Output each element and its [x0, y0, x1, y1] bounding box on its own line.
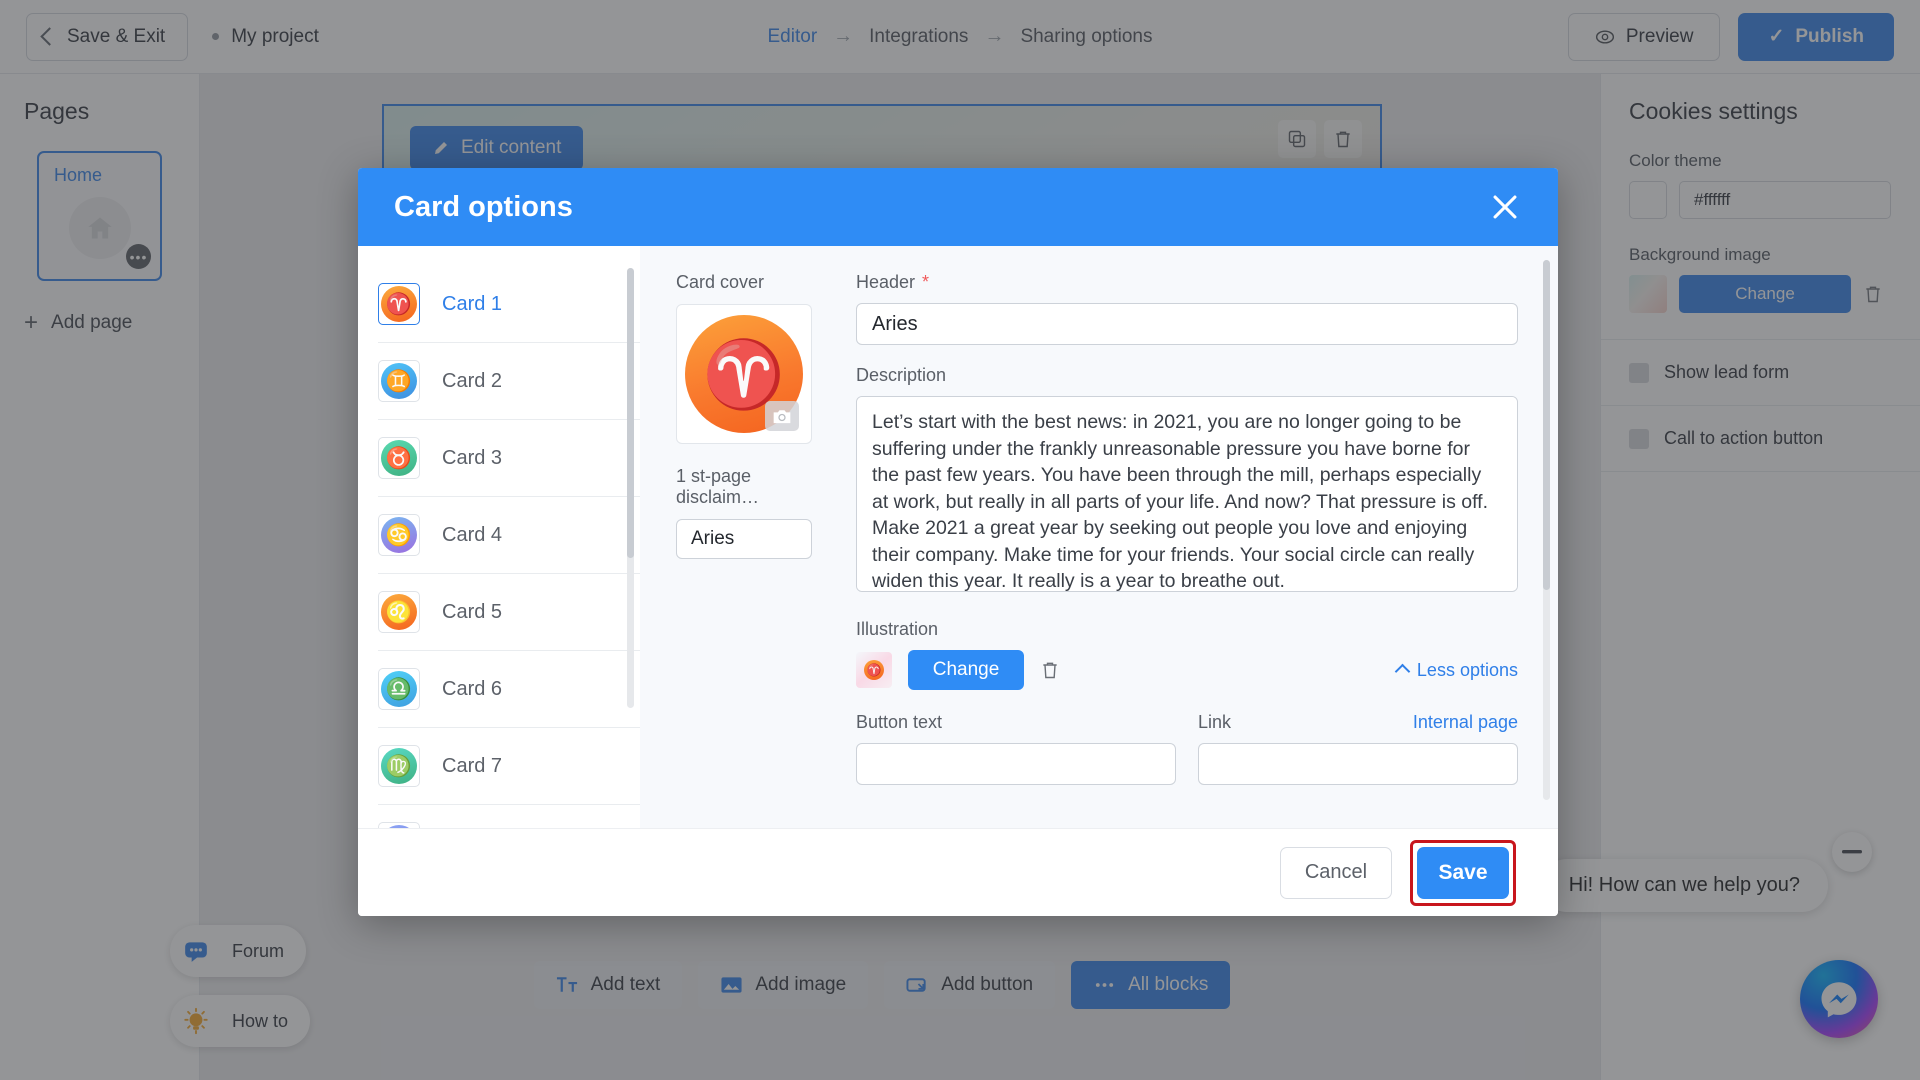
- button-text-input[interactable]: [856, 743, 1176, 785]
- description-field-label: Description: [856, 365, 947, 385]
- card-icon-box-3: ♉: [378, 437, 420, 479]
- modal-header: Card options: [358, 168, 1558, 246]
- link-input[interactable]: [1198, 743, 1518, 785]
- card-icon-box-6: ♎: [378, 668, 420, 710]
- illustration-thumbnail[interactable]: ♈: [856, 652, 892, 688]
- modal-footer: Cancel Save: [358, 828, 1558, 916]
- card-icon-box-2: ♊: [378, 360, 420, 402]
- card-icon-box-1: ♈: [378, 283, 420, 325]
- zodiac-virgo-icon: ♍: [381, 748, 417, 784]
- link-head: Link Internal page: [1198, 712, 1518, 733]
- link-field: Link Internal page: [1198, 712, 1518, 785]
- camera-icon-wrapper[interactable]: [765, 401, 799, 431]
- link-label: Link: [1198, 712, 1232, 732]
- card-form: Card cover ♈ 1 st-page disclaim… Header: [640, 246, 1558, 828]
- description-textarea[interactable]: Let’s start with the best news: in 2021,…: [856, 396, 1518, 592]
- camera-icon: [773, 409, 791, 423]
- less-options-toggle[interactable]: Less options: [1394, 659, 1518, 681]
- zodiac-gemini-icon: ♊: [381, 363, 417, 399]
- card-list-scrollbar[interactable]: [627, 268, 634, 708]
- card-form-right-column: Header * Description Let’s start with th…: [856, 272, 1518, 808]
- save-button-highlight: Save: [1410, 839, 1516, 906]
- button-text-head: Button text: [856, 712, 1176, 733]
- zodiac-aries-icon: ♈: [381, 286, 417, 322]
- form-scrollbar[interactable]: [1543, 260, 1550, 800]
- close-icon[interactable]: [1488, 190, 1522, 224]
- required-asterisk-icon: *: [922, 272, 930, 292]
- chevron-up-icon: [1394, 663, 1411, 680]
- card-list-item-label-2: Card 2: [442, 369, 503, 392]
- card-list-item-3[interactable]: ♉ Card 3: [378, 420, 640, 497]
- header-field-label: Header *: [856, 272, 1518, 293]
- change-illustration-button[interactable]: Change: [908, 650, 1024, 690]
- card-cover-label: Card cover: [676, 272, 765, 292]
- internal-page-link[interactable]: Internal page: [1413, 712, 1518, 733]
- illustration-aries-badge-icon: ♈: [864, 660, 884, 680]
- card-list-item-4[interactable]: ♋ Card 4: [378, 497, 640, 574]
- card-list-item-1[interactable]: ♈ Card 1: [378, 266, 640, 343]
- card-list-item-2[interactable]: ♊ Card 2: [378, 343, 640, 420]
- modal-title: Card options: [394, 190, 573, 223]
- button-text-label: Button text: [856, 712, 943, 732]
- header-label-text: Header: [856, 272, 916, 292]
- modal-body: ♈ Card 1 ♊ Card 2 ♉ Card 3 ♋ Card 4 ♌ Ca…: [358, 246, 1558, 828]
- card-icon-box-5: ♌: [378, 591, 420, 633]
- illustration-label: Illustration: [856, 619, 939, 639]
- card-list-item-label-1: Card 1: [442, 292, 503, 315]
- button-text-field: Button text: [856, 712, 1176, 785]
- disclaimer-label: 1 st-page disclaim…: [676, 466, 760, 507]
- card-list-item-label-7: Card 7: [442, 754, 503, 777]
- zodiac-scorpio-icon: ♏: [381, 825, 417, 828]
- zodiac-cancer-icon: ♋: [381, 517, 417, 553]
- card-icon-box-4: ♋: [378, 514, 420, 556]
- card-icon-box-7: ♍: [378, 745, 420, 787]
- card-list-item-7[interactable]: ♍ Card 7: [378, 728, 640, 805]
- card-cover-uploader[interactable]: ♈: [676, 304, 812, 444]
- zodiac-leo-icon: ♌: [381, 594, 417, 630]
- card-form-left-column: Card cover ♈ 1 st-page disclaim…: [676, 272, 826, 808]
- disclaimer-input[interactable]: [676, 519, 812, 559]
- save-button[interactable]: Save: [1417, 846, 1509, 899]
- card-list-item-label-3: Card 3: [442, 446, 503, 469]
- header-input[interactable]: [856, 303, 1518, 345]
- delete-illustration-icon[interactable]: [1040, 659, 1060, 681]
- card-icon-box-8: ♏: [378, 822, 420, 828]
- button-and-link-row: Button text Link Internal page: [856, 712, 1518, 785]
- card-options-modal: Card options ♈ Card 1 ♊ Card 2 ♉ Card 3 …: [358, 168, 1558, 916]
- card-list: ♈ Card 1 ♊ Card 2 ♉ Card 3 ♋ Card 4 ♌ Ca…: [358, 246, 640, 828]
- illustration-row: ♈ Change Less options: [856, 650, 1518, 690]
- card-list-item-5[interactable]: ♌ Card 5: [378, 574, 640, 651]
- less-options-label: Less options: [1416, 659, 1518, 680]
- zodiac-libra-icon: ♎: [381, 671, 417, 707]
- zodiac-taurus-icon: ♉: [381, 440, 417, 476]
- card-list-item-label-6: Card 6: [442, 677, 503, 700]
- cancel-button[interactable]: Cancel: [1280, 846, 1392, 899]
- card-list-item-label-5: Card 5: [442, 600, 503, 623]
- card-list-item-8[interactable]: ♏ Card 8: [378, 805, 640, 828]
- card-list-item-label-4: Card 4: [442, 523, 503, 546]
- card-list-item-6[interactable]: ♎ Card 6: [378, 651, 640, 728]
